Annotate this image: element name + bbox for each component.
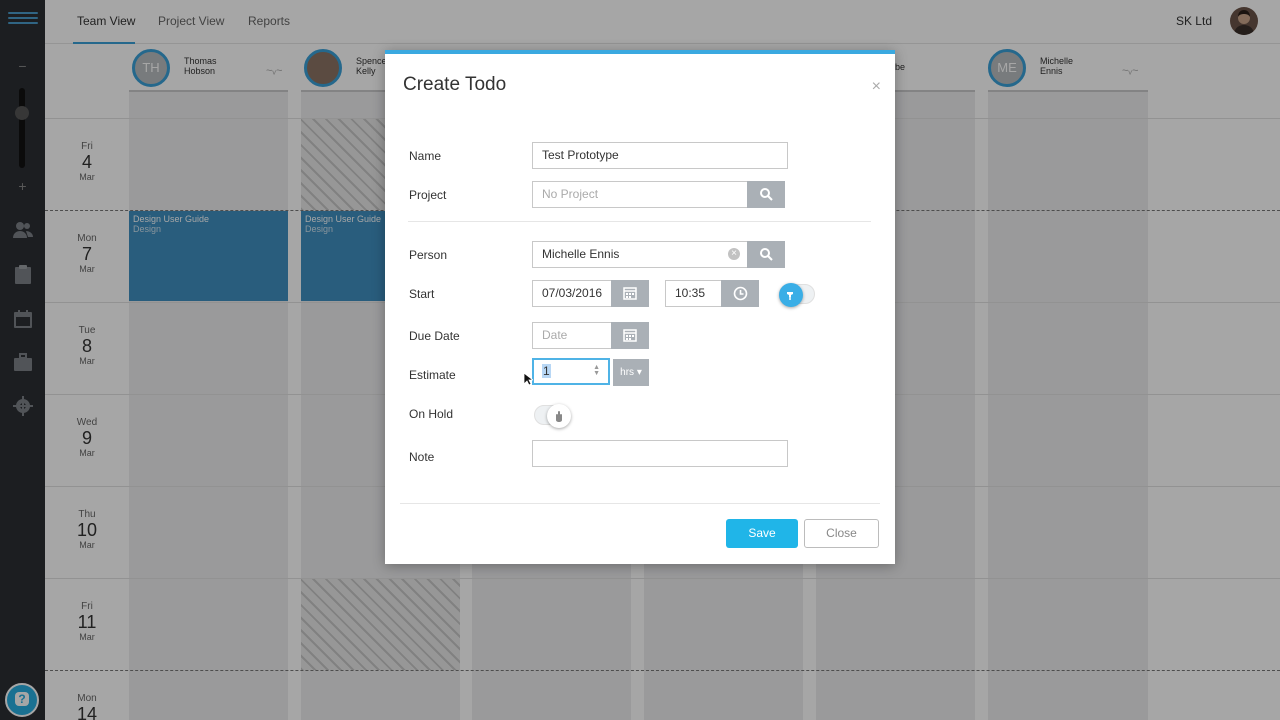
calendar-icon bbox=[623, 287, 637, 300]
pin-toggle[interactable] bbox=[779, 283, 815, 307]
person-input[interactable]: Michelle Ennis bbox=[532, 241, 748, 268]
estimate-value: 1 bbox=[542, 364, 551, 378]
start-time-input[interactable]: 10:35 bbox=[665, 280, 722, 307]
project-search-button[interactable] bbox=[747, 181, 785, 208]
on-hold-toggle[interactable] bbox=[534, 404, 571, 428]
note-input[interactable] bbox=[532, 440, 788, 467]
close-icon[interactable]: × bbox=[872, 78, 881, 96]
name-label: Name bbox=[409, 149, 442, 163]
estimate-input[interactable]: 1 ▲ ▼ bbox=[532, 358, 610, 385]
stepper-icon[interactable]: ▲ ▼ bbox=[593, 364, 600, 377]
search-icon bbox=[760, 188, 773, 201]
create-todo-dialog: Create Todo × Name Test Prototype Projec… bbox=[385, 50, 895, 564]
clear-icon[interactable]: × bbox=[728, 248, 740, 260]
save-button[interactable]: Save bbox=[726, 519, 798, 548]
start-time-picker-button[interactable] bbox=[721, 280, 759, 307]
name-input[interactable]: Test Prototype bbox=[532, 142, 788, 169]
calendar-icon bbox=[623, 329, 637, 342]
start-date-input[interactable]: 07/03/2016 bbox=[532, 280, 612, 307]
clock-icon bbox=[733, 286, 747, 301]
hand-icon bbox=[547, 404, 571, 428]
person-label: Person bbox=[409, 248, 448, 262]
pin-icon bbox=[779, 283, 803, 307]
footer-divider bbox=[400, 503, 880, 504]
due-date-input[interactable]: Date bbox=[532, 322, 612, 349]
due-date-picker-button[interactable] bbox=[611, 322, 649, 349]
note-label: Note bbox=[409, 450, 435, 464]
dialog-title: Create Todo bbox=[403, 74, 507, 95]
on-hold-label: On Hold bbox=[409, 407, 454, 421]
estimate-unit-dropdown[interactable]: hrs ▾ bbox=[613, 359, 649, 386]
person-search-button[interactable] bbox=[747, 241, 785, 268]
close-button[interactable]: Close bbox=[804, 519, 879, 548]
due-date-label: Due Date bbox=[409, 329, 460, 343]
start-date-picker-button[interactable] bbox=[611, 280, 649, 307]
start-label: Start bbox=[409, 287, 435, 301]
mouse-cursor-icon bbox=[523, 372, 533, 386]
section-divider bbox=[408, 221, 871, 222]
estimate-label: Estimate bbox=[409, 368, 456, 382]
project-input[interactable]: No Project bbox=[532, 181, 748, 208]
project-label: Project bbox=[409, 188, 447, 202]
search-icon bbox=[760, 248, 773, 261]
